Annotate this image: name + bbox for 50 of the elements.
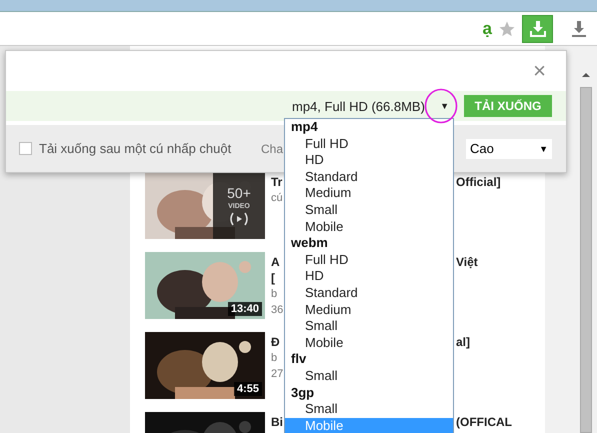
- group-header: mp4: [290, 119, 319, 136]
- dropdown-option[interactable]: Medium: [285, 302, 453, 318]
- broadcast-icon: [228, 212, 250, 226]
- dropdown-option[interactable]: HD: [285, 152, 453, 169]
- dropdown-option[interactable]: Full HD: [285, 252, 453, 268]
- video-count: 50+: [227, 185, 251, 201]
- video-title[interactable]: Bi: [271, 415, 283, 429]
- duration-badge: 4:55: [234, 382, 262, 396]
- dropdown-option[interactable]: Standard: [285, 168, 453, 186]
- extension-icon[interactable]: ạ: [482, 18, 492, 38]
- video-meta: b: [271, 352, 278, 364]
- video-title[interactable]: Việt: [456, 255, 478, 269]
- quality-label: Cha: [261, 142, 284, 156]
- format-select[interactable]: mp4, Full HD (66.8MB) ▼: [288, 95, 458, 117]
- dropdown-option[interactable]: Mobile: [285, 218, 453, 236]
- checkbox[interactable]: [19, 142, 32, 155]
- dropdown-option[interactable]: Full HD: [285, 136, 453, 152]
- dropdown-option[interactable]: Small: [285, 401, 453, 418]
- video-title[interactable]: Tr: [271, 175, 282, 189]
- dropdown-option[interactable]: Standard: [285, 284, 453, 302]
- video-title[interactable]: A: [271, 255, 280, 269]
- group-header: flv: [290, 351, 308, 368]
- video-title[interactable]: [: [271, 271, 275, 285]
- highlight-circle: [424, 88, 458, 124]
- dropdown-option[interactable]: Small: [285, 202, 453, 219]
- group-header: 3gp: [290, 384, 316, 402]
- dropdown-option[interactable]: Mobile: [285, 334, 453, 352]
- video-title[interactable]: (OFFICAL: [456, 415, 512, 429]
- download-button[interactable]: [522, 14, 553, 42]
- video-meta: 36: [271, 304, 284, 316]
- quality-select[interactable]: Cao ▼: [466, 138, 552, 158]
- duration-badge: 13:40: [228, 302, 262, 316]
- dropdown-option[interactable]: Small: [285, 318, 453, 335]
- dropdown-option[interactable]: HD: [285, 268, 453, 285]
- video-meta: b: [271, 288, 278, 300]
- checkbox-label[interactable]: Tải xuống sau một cú nhấp chuột: [39, 141, 261, 156]
- close-icon[interactable]: ×: [533, 58, 546, 84]
- star-icon[interactable]: [498, 20, 516, 38]
- download-tray-icon: [528, 20, 546, 38]
- group-header: webm: [290, 235, 329, 252]
- video-title[interactable]: Official]: [456, 175, 501, 189]
- dropdown-option[interactable]: Medium: [285, 185, 453, 202]
- dropdown-option[interactable]: Small: [285, 368, 453, 384]
- download-icon[interactable]: [571, 20, 587, 38]
- video-title[interactable]: Đ: [271, 335, 280, 349]
- video-meta: cú: [271, 192, 283, 204]
- video-meta: 27: [271, 368, 284, 380]
- scrollbar[interactable]: [578, 71, 593, 433]
- scroll-up-icon[interactable]: [580, 71, 590, 79]
- video-title[interactable]: al]: [456, 335, 470, 349]
